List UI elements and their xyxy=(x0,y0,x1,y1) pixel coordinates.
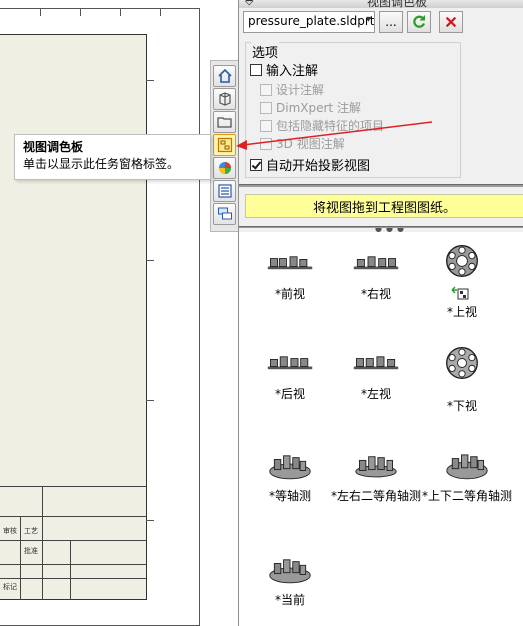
properties-list-icon xyxy=(217,184,232,198)
views-grid: *前视 *右视 *上视 *后视 *左视 *下视 *等轴测 *左右二等角轴测 *上… xyxy=(239,232,523,626)
tab-file-explorer[interactable] xyxy=(213,111,236,133)
current-view-icon xyxy=(269,559,311,584)
view-item-back[interactable]: *后视 xyxy=(247,342,333,402)
zone-tick xyxy=(146,260,154,261)
zone-tick xyxy=(120,8,121,16)
panel-title: 视图调色板 xyxy=(367,0,428,8)
dimetric-lr-view-icon xyxy=(355,456,397,478)
file-select-value: pressure_plate.sldprt xyxy=(248,14,375,28)
view-label: *前视 xyxy=(274,287,305,301)
pin-icon[interactable]: ⬘ xyxy=(245,0,253,7)
view-label: *上视 xyxy=(446,305,477,319)
import-annotations-checkbox[interactable]: 输入注解 xyxy=(250,60,318,79)
clear-button[interactable] xyxy=(439,11,463,33)
view-label: *当前 xyxy=(274,593,305,607)
view-label: *后视 xyxy=(274,387,305,401)
view-label: *左右二等角轴测 xyxy=(330,489,421,503)
options-legend: 选项 xyxy=(251,42,280,61)
zone-tick xyxy=(160,8,161,16)
tab-appearances[interactable] xyxy=(213,157,236,179)
view-label: *上下二等角轴测 xyxy=(421,489,512,503)
dimetric-tb-view-icon xyxy=(446,454,488,480)
refresh-button[interactable] xyxy=(407,11,431,33)
front-view-icon xyxy=(267,256,313,270)
tab-view-palette[interactable] xyxy=(213,134,236,156)
back-view-icon xyxy=(267,356,313,370)
splitter[interactable] xyxy=(239,184,523,187)
zone-tick xyxy=(146,80,154,81)
bottom-view-icon xyxy=(446,347,478,379)
view-palette-icon xyxy=(217,137,232,153)
titleblock-cell: 标记 xyxy=(3,583,17,591)
view-label: *下视 xyxy=(446,399,477,413)
view-label: *等轴测 xyxy=(268,489,311,503)
zone-tick xyxy=(80,8,81,16)
panel-title-bar[interactable]: ⬘ 视图调色板 xyxy=(239,0,523,8)
right-view-icon xyxy=(353,256,399,270)
browse-button[interactable]: ... xyxy=(379,11,403,33)
checkbox-box[interactable] xyxy=(260,119,272,132)
view-label: *右视 xyxy=(360,287,391,301)
drawing-sheet-area[interactable]: 审核 工艺 批准 标记 xyxy=(0,0,210,626)
home-icon xyxy=(217,68,232,83)
view-item-bottom[interactable]: *下视 xyxy=(419,340,505,414)
view-label: *左视 xyxy=(360,387,391,401)
view-palette-panel: ⬘ 视图调色板 pressure_plate.sldprt ▾ ... 选项 输… xyxy=(238,0,523,626)
top-view-icon xyxy=(446,245,478,277)
auto-start-projected-view-checkbox[interactable]: 自动开始投影视图 xyxy=(250,155,370,174)
chat-bubbles-icon xyxy=(217,207,232,220)
tab-custom-properties[interactable] xyxy=(213,180,236,202)
isometric-view-icon xyxy=(269,455,311,480)
library-icon xyxy=(218,92,231,106)
left-view-icon xyxy=(353,356,399,370)
zone-tick xyxy=(146,400,154,401)
dimxpert-annotations-checkbox[interactable]: DimXpert 注解 xyxy=(260,99,361,116)
view-item-dimetric-left-right[interactable]: *左右二等角轴测 xyxy=(327,444,425,504)
3d-view-annotations-checkbox[interactable]: 3D 视图注解 xyxy=(260,135,345,152)
titleblock-cell: 工艺 xyxy=(24,527,38,535)
options-group: 选项 输入注解 设计注解 DimXpert 注解 包括隐藏特征的项目 3D 视图… xyxy=(245,42,461,178)
tab-tooltip: 视图调色板 单击以显示此任务窗格标签。 xyxy=(14,134,211,180)
zone-tick xyxy=(40,8,41,16)
tooltip-body: 单击以显示此任务窗格标签。 xyxy=(23,157,180,171)
titleblock-cell: 审核 xyxy=(3,527,17,535)
splitter xyxy=(239,226,523,228)
view-item-dimetric-top-bottom[interactable]: *上下二等角轴测 xyxy=(415,444,519,504)
view-item-current[interactable]: *当前 xyxy=(247,548,333,608)
view-item-right[interactable]: *右视 xyxy=(333,242,419,302)
hidden-features-checkbox[interactable]: 包括隐藏特征的项目 xyxy=(260,117,384,134)
view-item-top[interactable]: *上视 xyxy=(419,238,505,320)
close-icon xyxy=(445,16,457,28)
projected-view-badge-icon xyxy=(451,286,469,300)
drag-hint-banner: 将视图拖到工程图图纸。 xyxy=(245,194,523,218)
view-item-isometric[interactable]: *等轴测 xyxy=(247,444,333,504)
file-toolbar: pressure_plate.sldprt ▾ ... xyxy=(243,11,523,35)
titleblock-cell: 批准 xyxy=(24,547,38,555)
tab-solidworks-resources[interactable] xyxy=(213,65,236,87)
folder-icon xyxy=(216,117,232,128)
refresh-icon xyxy=(413,15,426,28)
design-annotations-checkbox[interactable]: 设计注解 xyxy=(260,81,324,98)
view-item-front[interactable]: *前视 xyxy=(247,242,333,302)
checkbox-box[interactable] xyxy=(260,83,272,96)
zone-tick xyxy=(146,520,154,521)
tab-design-library[interactable] xyxy=(213,88,236,110)
tab-forum[interactable] xyxy=(213,203,236,225)
task-pane-tab-strip xyxy=(210,60,238,232)
view-item-left[interactable]: *左视 xyxy=(333,342,419,402)
checkbox-box[interactable] xyxy=(250,63,262,76)
tooltip-title: 视图调色板 xyxy=(23,140,84,154)
file-select[interactable]: pressure_plate.sldprt ▾ xyxy=(243,11,375,33)
chevron-down-icon: ▾ xyxy=(365,14,371,25)
checkbox-box[interactable] xyxy=(260,101,272,114)
checkbox-box[interactable] xyxy=(250,158,262,171)
checkbox-box[interactable] xyxy=(260,137,272,150)
appearance-ball-icon xyxy=(218,162,231,174)
